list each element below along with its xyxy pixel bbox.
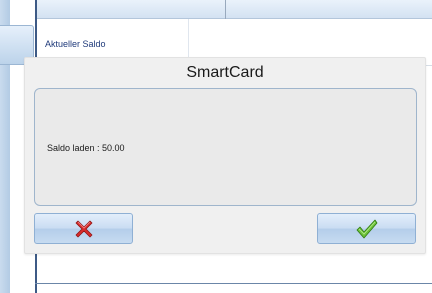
header-divider xyxy=(225,0,226,19)
bottom-border xyxy=(35,283,432,284)
dialog-message: Saldo laden : 50.00 xyxy=(47,143,125,153)
red-x-icon xyxy=(75,220,92,237)
dialog-message-panel: Saldo laden : 50.00 xyxy=(34,88,417,206)
dialog-title: SmartCard xyxy=(186,64,264,81)
confirm-button[interactable] xyxy=(317,213,416,244)
table-header-row xyxy=(37,0,432,19)
current-balance-label: Aktueller Saldo xyxy=(45,39,106,49)
smartcard-dialog: SmartCard Saldo laden : 50.00 xyxy=(24,57,426,254)
green-check-icon xyxy=(356,219,377,238)
cancel-button[interactable] xyxy=(34,213,133,244)
